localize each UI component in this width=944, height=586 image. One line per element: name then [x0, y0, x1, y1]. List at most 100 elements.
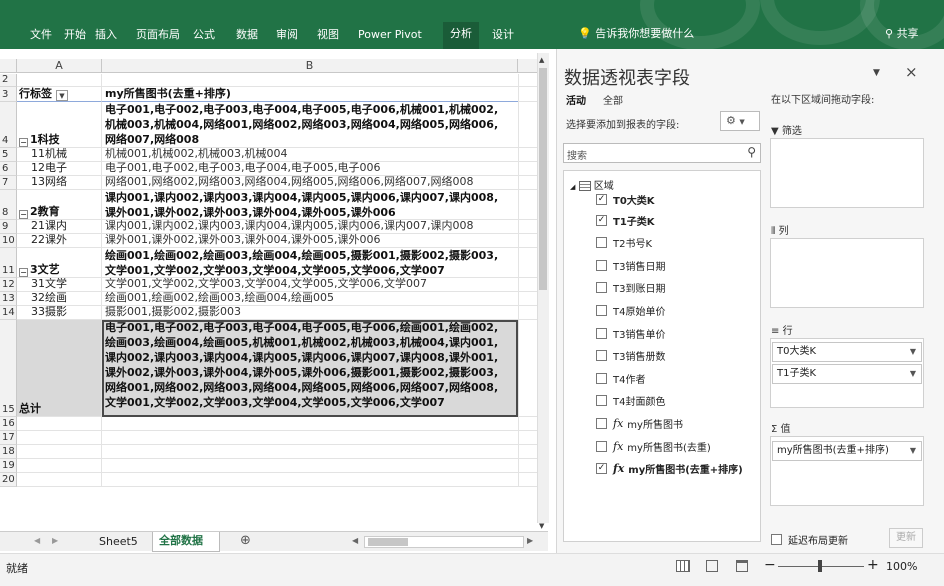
- field-item[interactable]: T4原始单价: [596, 301, 665, 319]
- pivot-row-label-cell[interactable]: 总计: [17, 320, 102, 417]
- column-header-b[interactable]: B: [102, 59, 518, 73]
- field-checkbox[interactable]: [596, 327, 607, 339]
- pivot-row-label-cell[interactable]: −2教育: [17, 190, 102, 220]
- ribbon-tab-6[interactable]: 审阅: [276, 25, 298, 45]
- empty-cell-c[interactable]: [518, 459, 538, 473]
- pivot-value-cell[interactable]: 课内001,课内002,课内003,课内004,课内005,课内006,课内00…: [102, 220, 518, 234]
- pivot-value-cell[interactable]: [102, 417, 518, 431]
- empty-cell-c[interactable]: [518, 473, 538, 487]
- pivot-row-labels-header[interactable]: 行标签 ▼: [17, 87, 102, 102]
- field-item[interactable]: T3到账日期: [596, 279, 665, 297]
- ribbon-tab-2[interactable]: 插入: [95, 25, 117, 45]
- row-number[interactable]: 20: [0, 473, 17, 487]
- pivot-row-label-cell[interactable]: [17, 74, 102, 87]
- field-item[interactable]: fx my所售图书: [596, 414, 683, 432]
- field-checkbox[interactable]: [596, 304, 607, 316]
- pivot-row-label-cell[interactable]: 12电子: [17, 162, 102, 176]
- pivot-value-cell[interactable]: [102, 431, 518, 445]
- pivot-value-cell[interactable]: 课外001,课外002,课外003,课外004,课外005,课外006: [102, 234, 518, 248]
- row-number[interactable]: 15: [0, 320, 17, 417]
- pivot-row-label-cell[interactable]: 31文学: [17, 278, 102, 292]
- ribbon-tab-8[interactable]: Power Pivot: [358, 25, 422, 45]
- field-item[interactable]: T4封面颜色: [596, 392, 665, 410]
- empty-cell-c[interactable]: [518, 417, 538, 431]
- pivot-row-label-cell[interactable]: [17, 445, 102, 459]
- row-number[interactable]: 12: [0, 278, 17, 292]
- sheet-nav-left-icon[interactable]: ◀: [34, 536, 40, 545]
- field-item[interactable]: T3销售册数: [596, 347, 665, 365]
- pivot-value-cell[interactable]: 电子001,电子002,电子003,电子004,电子005,电子006,机械00…: [102, 102, 518, 148]
- field-item[interactable]: T2书号K: [596, 234, 652, 252]
- empty-cell-c[interactable]: [518, 148, 538, 162]
- field-checkbox[interactable]: [596, 440, 607, 452]
- empty-cell-c[interactable]: [518, 74, 538, 87]
- row-number[interactable]: 11: [0, 248, 17, 278]
- field-item[interactable]: ✓ fx my所售图书(去重+排序): [596, 460, 743, 478]
- tell-me-search[interactable]: 💡 告诉我你想要做什么: [578, 25, 694, 41]
- page-layout-view-icon[interactable]: [706, 560, 718, 572]
- chevron-down-icon[interactable]: ▼: [910, 343, 916, 361]
- empty-cell-c[interactable]: [518, 87, 538, 102]
- defer-update-checkbox[interactable]: 延迟布局更新: [771, 532, 848, 547]
- pivot-value-cell[interactable]: [102, 459, 518, 473]
- vertical-scroll-thumb[interactable]: [539, 68, 547, 290]
- field-item[interactable]: ✓ T1子类K: [596, 211, 655, 229]
- pivot-row-label-cell[interactable]: 21课内: [17, 220, 102, 234]
- filter-dropdown-icon[interactable]: ▼: [56, 90, 68, 101]
- row-number[interactable]: 10: [0, 234, 17, 248]
- field-checkbox[interactable]: [596, 350, 607, 362]
- field-item[interactable]: T3销售日期: [596, 256, 665, 274]
- select-all-corner[interactable]: [0, 59, 17, 73]
- rows-item-t1[interactable]: T1子类K ▼: [772, 364, 922, 384]
- empty-cell-c[interactable]: [518, 102, 538, 148]
- row-number[interactable]: 5: [0, 148, 17, 162]
- empty-cell-c[interactable]: [518, 431, 538, 445]
- collapse-minus-icon[interactable]: −: [19, 210, 28, 219]
- zoom-out-button[interactable]: −: [764, 557, 776, 573]
- row-number[interactable]: 14: [0, 306, 17, 320]
- ribbon-tab-3[interactable]: 页面布局: [136, 25, 180, 45]
- normal-view-icon[interactable]: [676, 560, 690, 572]
- ribbon-tab-0[interactable]: 文件: [30, 25, 52, 45]
- ribbon-tab-1[interactable]: 开始: [64, 25, 86, 45]
- pivot-value-cell[interactable]: 机械001,机械002,机械003,机械004: [102, 148, 518, 162]
- hscroll-right-arrow[interactable]: ▶: [527, 536, 533, 545]
- field-checkbox[interactable]: [596, 259, 607, 271]
- page-break-view-icon[interactable]: [736, 560, 748, 572]
- collapse-minus-icon[interactable]: −: [19, 138, 28, 147]
- empty-cell-c[interactable]: [518, 190, 538, 220]
- field-checkbox[interactable]: ✓: [596, 463, 607, 475]
- add-sheet-button[interactable]: ⊕: [240, 533, 251, 548]
- tab-all[interactable]: 全部: [603, 92, 623, 107]
- field-checkbox[interactable]: ✓: [596, 214, 607, 226]
- pivot-values-header[interactable]: my所售图书(去重+排序): [102, 87, 518, 102]
- field-item[interactable]: ✓ T0大类K: [596, 190, 655, 208]
- empty-cell-c[interactable]: [518, 320, 538, 417]
- pivot-value-cell[interactable]: 绘画001,绘画002,绘画003,绘画004,绘画005,摄影001,摄影00…: [102, 248, 518, 278]
- pivot-row-label-cell[interactable]: 32绘画: [17, 292, 102, 306]
- zoom-level[interactable]: 100%: [886, 560, 917, 573]
- zoom-slider-thumb[interactable]: [818, 560, 822, 572]
- field-checkbox[interactable]: [596, 395, 607, 407]
- collapse-triangle-icon[interactable]: ◢: [570, 183, 575, 191]
- column-header-c[interactable]: [518, 59, 538, 73]
- row-number[interactable]: 18: [0, 445, 17, 459]
- pivot-value-cell[interactable]: [102, 445, 518, 459]
- pivot-value-cell[interactable]: 电子001,电子002,电子003,电子004,电子005,电子006: [102, 162, 518, 176]
- row-number[interactable]: 3: [0, 87, 17, 102]
- hscroll-left-arrow[interactable]: ◀: [352, 536, 358, 545]
- filter-zone[interactable]: [770, 138, 924, 208]
- chevron-down-icon[interactable]: ▼: [910, 365, 916, 383]
- pivot-row-label-cell[interactable]: [17, 459, 102, 473]
- share-button[interactable]: ⚲ 共享: [885, 25, 919, 41]
- field-checkbox[interactable]: [596, 282, 607, 294]
- collapse-minus-icon[interactable]: −: [19, 268, 28, 277]
- empty-cell-c[interactable]: [518, 445, 538, 459]
- columns-zone[interactable]: [770, 238, 924, 308]
- field-checkbox[interactable]: [596, 237, 607, 249]
- field-item[interactable]: T4作者: [596, 369, 645, 387]
- scroll-up-arrow[interactable]: ▲: [539, 56, 544, 64]
- pivot-value-cell[interactable]: 绘画001,绘画002,绘画003,绘画004,绘画005: [102, 292, 518, 306]
- pivot-value-cell[interactable]: 文学001,文学002,文学003,文学004,文学005,文学006,文学00…: [102, 278, 518, 292]
- pane-close-icon[interactable]: ×: [905, 63, 918, 81]
